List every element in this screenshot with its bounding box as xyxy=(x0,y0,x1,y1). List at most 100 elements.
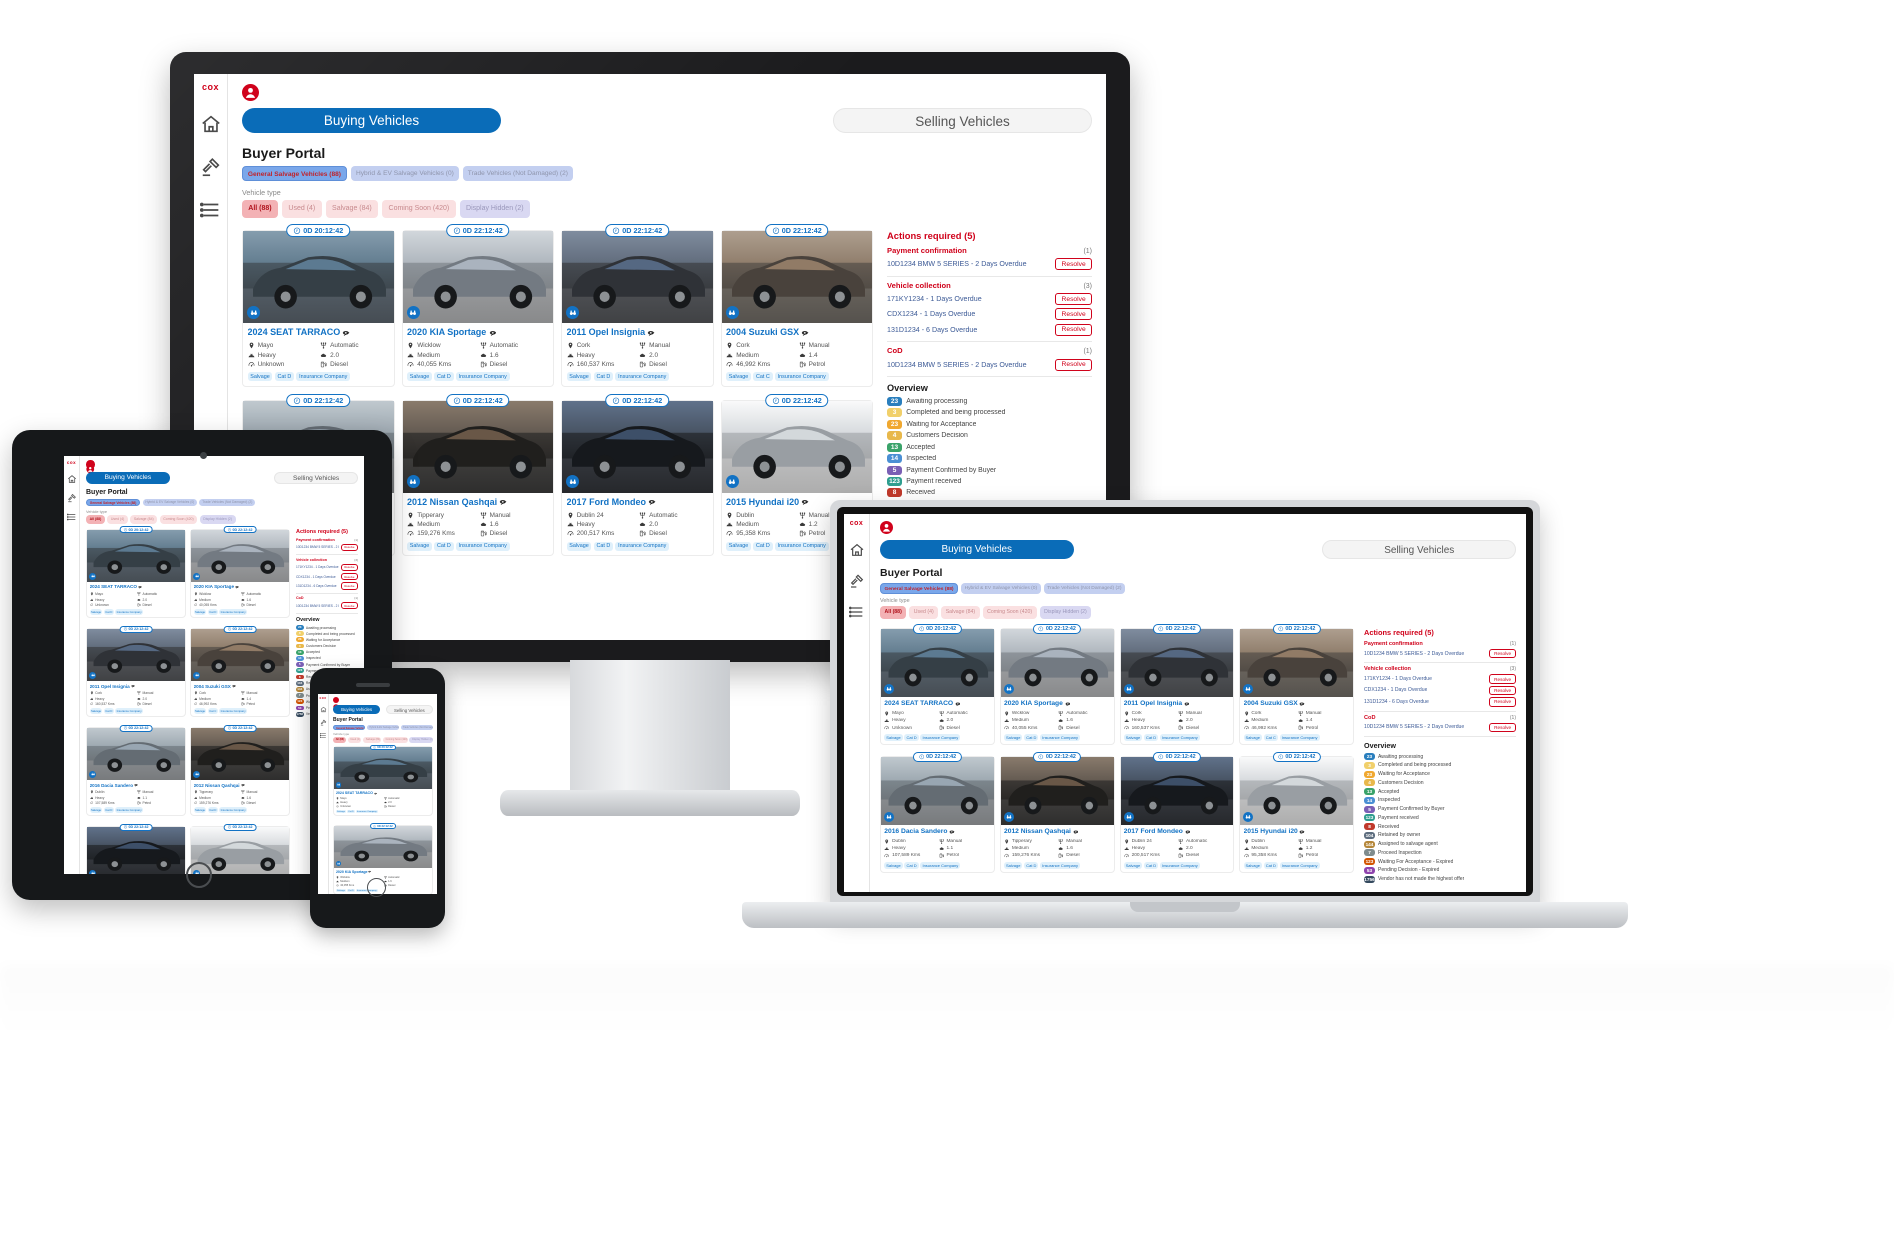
vehicle-type-chip-4[interactable]: Display Hidden (2) xyxy=(1039,606,1092,620)
vehicle-type-chip-3[interactable]: Coming Soon (420) xyxy=(159,515,198,524)
eye-slash-icon[interactable] xyxy=(647,329,655,337)
binoculars-icon[interactable] xyxy=(725,475,739,489)
vehicle-card[interactable]: 0D 22:12:42 2004 Suzuki GSX Cork Manual Medi… xyxy=(190,625,290,718)
overview-row[interactable]: 23 Waiting for Acceptance xyxy=(296,637,358,643)
resolve-button[interactable]: Resolve xyxy=(1055,358,1092,371)
vehicle-title[interactable]: 2004 Suzuki GSX xyxy=(194,684,287,689)
binoculars-icon[interactable] xyxy=(89,870,97,874)
tab-selling-vehicles[interactable]: Selling Vehicles xyxy=(1322,539,1516,559)
overview-row[interactable]: 4 Customers Decision xyxy=(1364,779,1516,787)
eye-slash-icon[interactable] xyxy=(801,329,809,337)
category-chip-2[interactable]: Trade Vehicles (Not Damaged) (2) xyxy=(462,166,573,182)
eye-slash-icon[interactable] xyxy=(131,684,135,688)
vehicle-card[interactable]: 0D 22:12:422017 Ford MondeoDublin 24Auto… xyxy=(561,393,714,556)
vehicle-type-chip-1[interactable]: Used (4) xyxy=(282,199,322,218)
rail-home-icon[interactable] xyxy=(849,542,865,558)
eye-slash-icon[interactable] xyxy=(241,783,245,787)
resolve-button[interactable]: Resolve xyxy=(340,601,358,610)
tab-buying-vehicles[interactable]: Buying Vehicles xyxy=(880,539,1074,559)
overview-row[interactable]: 123Waiting For Acceptance - Expired xyxy=(1364,858,1516,866)
vehicle-type-chip-2[interactable]: Salvage (84) xyxy=(130,515,158,524)
avatar[interactable] xyxy=(333,696,339,710)
binoculars-icon[interactable] xyxy=(406,306,420,320)
vehicle-photo[interactable] xyxy=(402,231,553,324)
vehicle-title[interactable]: 2011 Opel Insignia xyxy=(567,327,708,337)
vehicle-photo[interactable] xyxy=(1000,756,1114,825)
vehicle-card[interactable]: 0D 22:12:422017 Ford MondeoDublin 24Auto… xyxy=(86,823,186,874)
vehicle-photo[interactable] xyxy=(1120,629,1234,698)
vehicle-card[interactable]: 0D 22:12:42 2011 Opel Insignia Cork Manual H… xyxy=(1119,624,1235,745)
overview-row[interactable]: 5 Payment Confirmed by Buyer xyxy=(1364,805,1516,813)
vehicle-title[interactable]: 2012 Nissan Qashqai xyxy=(1004,828,1110,835)
resolve-button[interactable]: Resolve xyxy=(1055,293,1092,306)
overview-row[interactable]: 13 Accepted xyxy=(887,442,1092,452)
vehicle-card[interactable]: 0D 20:12:42 2024 SEAT TARRACO Mayo Automati… xyxy=(333,744,433,817)
vehicle-title[interactable]: 2004 Suzuki GSX xyxy=(1244,700,1350,707)
binoculars-icon[interactable] xyxy=(884,811,894,822)
vehicle-photo[interactable] xyxy=(334,747,432,790)
binoculars-icon[interactable] xyxy=(335,782,342,788)
overview-row[interactable]: 14 Inspected xyxy=(1364,796,1516,804)
avatar[interactable] xyxy=(242,83,259,101)
tab-buying-vehicles[interactable]: Buying Vehicles xyxy=(333,704,381,714)
vehicle-type-chip-2[interactable]: Salvage (84) xyxy=(325,199,379,218)
overview-row[interactable]: 8 Received xyxy=(887,488,1092,498)
avatar[interactable] xyxy=(880,521,893,534)
overview-row[interactable]: 4 Customers Decision xyxy=(296,643,358,649)
overview-row[interactable]: 7Proceed Inspection xyxy=(1364,849,1516,857)
vehicle-card[interactable]: 0D 22:12:42 2015 Hyundai i20 Dublin Manual M… xyxy=(1239,751,1354,873)
binoculars-icon[interactable] xyxy=(406,475,420,489)
vehicle-type-chip-0[interactable]: All (88) xyxy=(880,606,907,620)
overview-row[interactable]: 23 Awaiting processing xyxy=(296,625,358,630)
eye-slash-icon[interactable] xyxy=(374,792,377,795)
tab-selling-vehicles[interactable]: Selling Vehicles xyxy=(833,108,1092,134)
resolve-button[interactable]: Resolve xyxy=(1489,685,1516,696)
eye-slash-icon[interactable] xyxy=(499,498,507,506)
resolve-button[interactable]: Resolve xyxy=(1489,674,1516,684)
vehicle-type-chip-4[interactable]: Display Hidden (2) xyxy=(459,199,530,218)
vehicle-title[interactable]: 2016 Dacia Sandero xyxy=(90,783,183,788)
eye-slash-icon[interactable] xyxy=(648,498,656,506)
vehicle-card[interactable]: 0D 22:12:42 2016 Dacia Sandero Dublin Manua… xyxy=(86,724,186,817)
tab-selling-vehicles[interactable]: Selling Vehicles xyxy=(385,704,433,714)
overview-row[interactable]: 5 Payment Confirmed by Buyer xyxy=(296,662,358,668)
vehicle-card[interactable]: 0D 20:12:42 2024 SEAT TARRACO Mayo Automati… xyxy=(86,526,186,619)
category-chip-0[interactable]: General Salvage Vehicles (88) xyxy=(333,724,366,731)
eye-slash-icon[interactable] xyxy=(1299,829,1305,835)
eye-slash-icon[interactable] xyxy=(949,829,955,835)
binoculars-icon[interactable] xyxy=(1123,684,1134,695)
vehicle-title[interactable]: 2024 SEAT TARRACO xyxy=(884,700,990,707)
vehicle-photo[interactable] xyxy=(721,231,872,324)
overview-row[interactable]: 4 Customers Decision xyxy=(887,431,1092,441)
vehicle-title[interactable]: 2017 Ford Mondeo xyxy=(1124,828,1230,835)
vehicle-photo[interactable] xyxy=(243,231,394,324)
eye-slash-icon[interactable] xyxy=(1073,829,1079,835)
rail-gavel-icon[interactable] xyxy=(200,156,222,178)
overview-row[interactable]: 144Assigned to salvage agent xyxy=(1364,840,1516,848)
vehicle-title[interactable]: 2012 Nissan Qashqai xyxy=(194,783,287,788)
vehicle-title[interactable]: 2024 SEAT TARRACO xyxy=(90,584,183,589)
rail-list-icon[interactable] xyxy=(319,732,327,739)
vehicle-title[interactable]: 2015 Hyundai i20 xyxy=(1244,828,1350,835)
vehicle-type-chip-3[interactable]: Coming Soon (420) xyxy=(382,736,408,743)
rail-list-icon[interactable] xyxy=(66,512,77,522)
vehicle-photo[interactable] xyxy=(334,826,432,869)
overview-row[interactable]: 13 Accepted xyxy=(1364,788,1516,796)
vehicle-title[interactable]: 2020 KIA Sportage xyxy=(407,327,548,337)
eye-slash-icon[interactable] xyxy=(368,870,372,874)
vehicle-card[interactable]: 0D 22:12:42 2020 KIA Sportage Wicklow Autom… xyxy=(401,224,554,387)
overview-row[interactable]: 23 Waiting for Acceptance xyxy=(1364,770,1516,778)
rail-list-icon[interactable] xyxy=(199,199,222,221)
vehicle-photo[interactable] xyxy=(402,400,553,493)
vehicle-photo[interactable] xyxy=(1240,756,1353,825)
resolve-button[interactable]: Resolve xyxy=(1489,722,1516,733)
vehicle-card[interactable]: 0D 22:12:42 2011 Opel Insignia Cork Manual H… xyxy=(561,224,714,387)
vehicle-type-chip-1[interactable]: Used (4) xyxy=(347,736,362,743)
rail-home-icon[interactable] xyxy=(320,706,327,713)
vehicle-type-chip-0[interactable]: All (88) xyxy=(333,736,346,743)
vehicle-title[interactable]: 2020 KIA Sportage xyxy=(1004,700,1110,707)
eye-slash-icon[interactable] xyxy=(955,701,961,707)
overview-row[interactable]: 13 Accepted xyxy=(296,649,358,655)
vehicle-title[interactable]: 2012 Nissan Qashqai xyxy=(407,497,548,507)
overview-row[interactable]: 3 Completed and being processed xyxy=(1364,761,1516,769)
